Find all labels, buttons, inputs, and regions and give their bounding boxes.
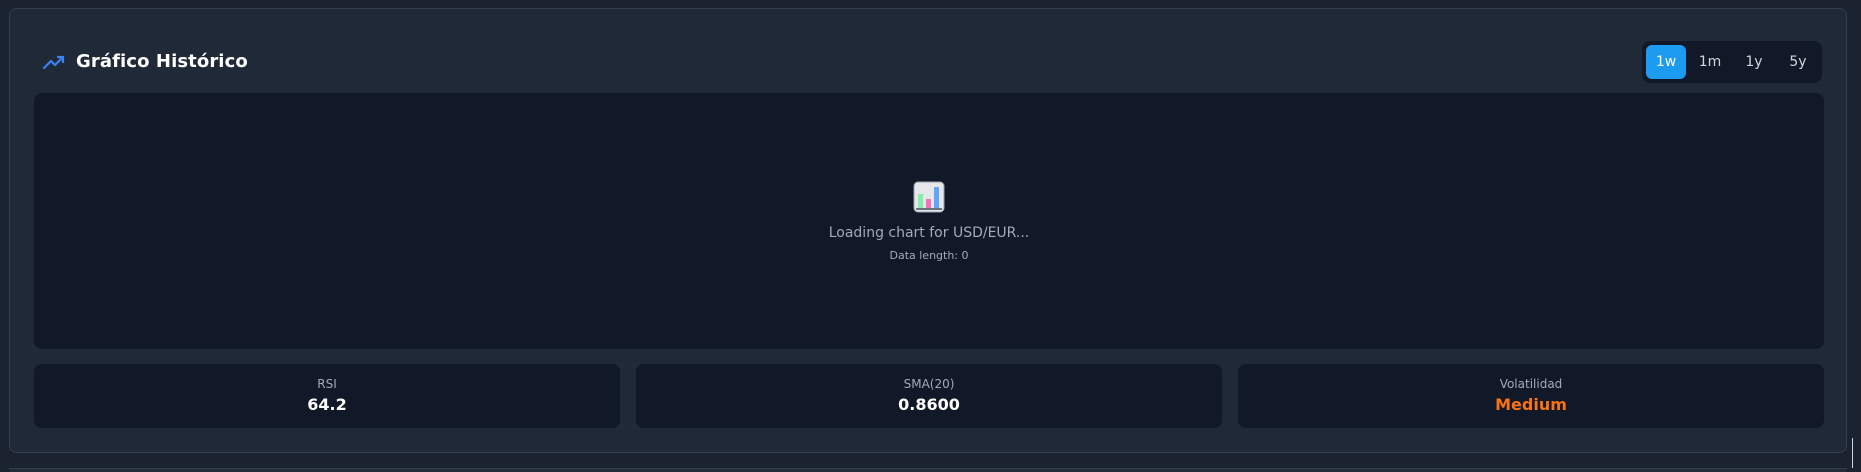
- stat-label: SMA(20): [903, 377, 955, 391]
- chart-area: Loading chart for USD/EUR... Data length…: [34, 93, 1824, 349]
- stat-card-rsi: RSI 64.2: [34, 364, 620, 428]
- tab-5y[interactable]: 5y: [1778, 45, 1818, 79]
- historical-chart-panel: Gráfico Histórico 1w 1m 1y 5y Loading ch…: [9, 8, 1847, 453]
- tab-1m[interactable]: 1m: [1690, 45, 1730, 79]
- tab-1y[interactable]: 1y: [1734, 45, 1774, 79]
- indicator-stats: RSI 64.2 SMA(20) 0.8600 Volatilidad Medi…: [34, 364, 1824, 428]
- scrollbar-thumb[interactable]: [1852, 438, 1853, 468]
- bar-chart-icon: [913, 181, 945, 213]
- stat-card-volatility: Volatilidad Medium: [1238, 364, 1824, 428]
- panel-title: Gráfico Histórico: [76, 51, 248, 72]
- stat-value: 64.2: [307, 395, 347, 414]
- trending-up-icon: [42, 52, 66, 72]
- tab-1w[interactable]: 1w: [1646, 45, 1686, 79]
- stat-label: Volatilidad: [1499, 377, 1563, 391]
- panel-header: Gráfico Histórico 1w 1m 1y 5y: [34, 39, 1822, 83]
- stat-value: 0.8600: [898, 395, 960, 414]
- next-panel-edge: [9, 468, 1847, 472]
- loading-state: Loading chart for USD/EUR... Data length…: [34, 181, 1824, 262]
- title-group: Gráfico Histórico: [42, 51, 248, 72]
- data-length-text: Data length: 0: [889, 249, 969, 262]
- stat-card-sma: SMA(20) 0.8600: [636, 364, 1222, 428]
- timeframe-tabs: 1w 1m 1y 5y: [1642, 41, 1822, 83]
- loading-text: Loading chart for USD/EUR...: [828, 225, 1030, 241]
- stat-label: RSI: [317, 377, 337, 391]
- stat-value: Medium: [1495, 395, 1567, 414]
